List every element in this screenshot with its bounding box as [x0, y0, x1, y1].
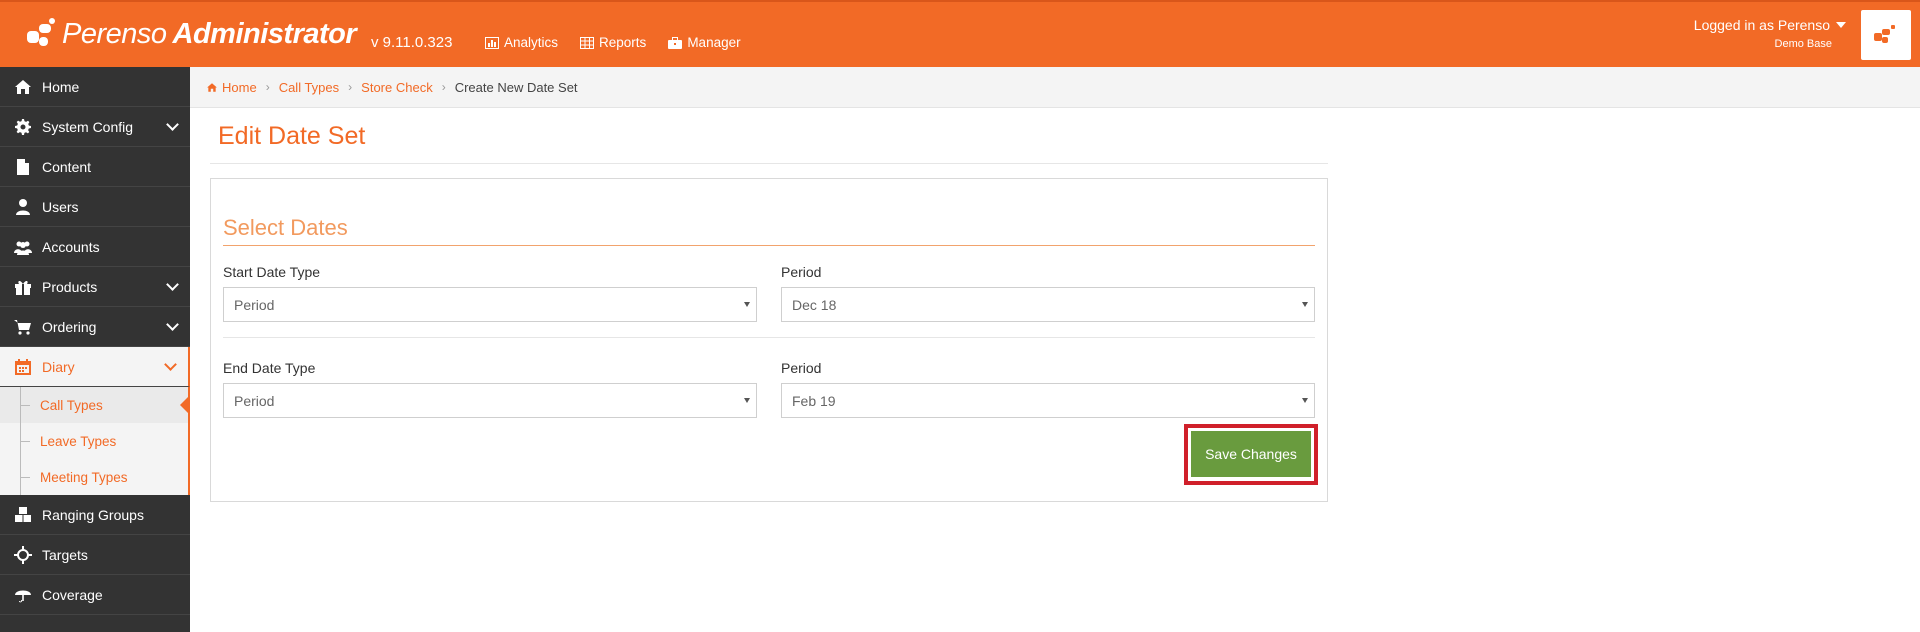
end-period-select[interactable]: Feb 19 — [781, 383, 1315, 418]
start-period-label: Period — [781, 264, 822, 280]
chevron-down-icon — [166, 278, 179, 291]
top-nav: Analytics Reports Manager — [485, 35, 741, 50]
chevron-right-icon: › — [265, 80, 270, 94]
end-date-type-label: End Date Type — [223, 360, 316, 376]
sidebar-item-label: System Config — [42, 118, 134, 135]
chart-icon — [485, 36, 499, 49]
sidebar-subitem-meeting-types[interactable]: Meeting Types — [0, 459, 188, 495]
sidebar-item-label: Ranging Groups — [42, 506, 144, 523]
users-icon — [13, 237, 33, 257]
caret-down-icon — [744, 302, 750, 307]
cubes-icon — [13, 505, 33, 525]
perenso-logo-icon — [24, 17, 58, 51]
caret-down-icon — [1302, 398, 1308, 403]
breadcrumb: Home › Call Types › Store Check › Create… — [190, 67, 1920, 108]
end-date-type-select[interactable]: Period — [223, 383, 757, 418]
manager-link[interactable]: Manager — [668, 35, 741, 50]
reports-link[interactable]: Reports — [580, 35, 646, 50]
home-icon — [13, 77, 33, 97]
save-changes-button[interactable]: Save Changes — [1191, 431, 1311, 477]
sidebar-subitem-leave-types[interactable]: Leave Types — [0, 423, 188, 459]
start-date-type-select[interactable]: Period — [223, 287, 757, 322]
sidebar-item-targets[interactable]: Targets — [0, 535, 190, 575]
user-menu[interactable]: Logged in as Perenso Demo Base — [1694, 17, 1846, 50]
crosshairs-icon — [13, 545, 33, 565]
file-icon — [13, 157, 33, 177]
chevron-down-icon — [166, 118, 179, 131]
umbrella-icon — [13, 585, 33, 605]
brand-logo[interactable]: Perenso Administrator — [24, 14, 357, 54]
sidebar-item-users[interactable]: Users — [0, 187, 190, 227]
chevron-right-icon: › — [441, 80, 446, 94]
perenso-logo-icon — [1874, 25, 1895, 43]
chevron-down-icon — [164, 358, 177, 371]
sidebar-item-label: Ordering — [42, 318, 97, 335]
chevron-right-icon: › — [348, 80, 353, 94]
end-period-label: Period — [781, 360, 822, 376]
sidebar-item-label: Diary — [42, 358, 75, 375]
section-divider — [223, 245, 1315, 246]
home-icon — [207, 82, 217, 92]
caret-down-icon — [1302, 302, 1308, 307]
diary-submenu: Call Types Leave Types Meeting Types — [0, 387, 190, 495]
sidebar-item-label: Coverage — [42, 586, 103, 603]
calendar-icon — [13, 357, 33, 377]
sidebar-item-ordering[interactable]: Ordering — [0, 307, 190, 347]
section-title: Select Dates — [223, 215, 348, 240]
sidebar-item-label: Accounts — [42, 238, 100, 255]
sidebar-item-coverage[interactable]: Coverage — [0, 575, 190, 615]
sidebar-item-system-config[interactable]: System Config — [0, 107, 190, 147]
top-header: Perenso Administrator v 9.11.0.323 Analyt… — [0, 0, 1920, 67]
title-divider — [210, 163, 1328, 164]
active-pointer-icon — [180, 395, 190, 415]
page-title: Edit Date Set — [218, 122, 366, 150]
sidebar-item-ranging-groups[interactable]: Ranging Groups — [0, 495, 190, 535]
breadcrumb-store-check[interactable]: Store Check — [361, 80, 433, 95]
database-label: Demo Base — [1774, 38, 1832, 50]
row-divider — [223, 337, 1315, 338]
avatar[interactable] — [1861, 10, 1911, 60]
gear-icon — [13, 117, 33, 137]
date-set-panel: Select Dates Start Date Type Period Peri… — [210, 178, 1328, 502]
sidebar-item-accounts[interactable]: Accounts — [0, 227, 190, 267]
sidebar-item-home[interactable]: Home — [0, 67, 190, 107]
user-icon — [13, 197, 33, 217]
chevron-down-icon — [166, 318, 179, 331]
sidebar: Home System Config Content Users Account… — [0, 67, 190, 632]
breadcrumb-current: Create New Date Set — [454, 79, 578, 95]
breadcrumb-home[interactable]: Home — [206, 80, 257, 95]
gift-icon — [13, 277, 33, 297]
sidebar-subitem-call-types[interactable]: Call Types — [0, 387, 190, 423]
start-date-type-label: Start Date Type — [223, 264, 321, 280]
briefcase-icon — [668, 36, 683, 49]
sidebar-item-label: Home — [42, 78, 80, 95]
breadcrumb-call-types[interactable]: Call Types — [279, 80, 339, 95]
sidebar-item-label: Products — [42, 278, 98, 295]
cart-icon — [13, 317, 33, 337]
start-period-select[interactable]: Dec 18 — [781, 287, 1315, 322]
sidebar-item-label: Content — [42, 158, 92, 175]
caret-down-icon — [1836, 22, 1846, 28]
sidebar-item-content[interactable]: Content — [0, 147, 190, 187]
sidebar-item-label: Users — [42, 198, 79, 215]
brand-name: Perenso Administrator — [62, 17, 357, 50]
table-icon — [580, 36, 595, 49]
analytics-link[interactable]: Analytics — [485, 35, 558, 50]
sidebar-item-diary[interactable]: Diary — [0, 347, 190, 387]
sidebar-item-label: Targets — [42, 546, 88, 563]
sidebar-item-products[interactable]: Products — [0, 267, 190, 307]
version-label: v 9.11.0.323 — [371, 34, 453, 51]
caret-down-icon — [744, 398, 750, 403]
logged-in-label: Logged in as Perenso — [1693, 17, 1830, 33]
